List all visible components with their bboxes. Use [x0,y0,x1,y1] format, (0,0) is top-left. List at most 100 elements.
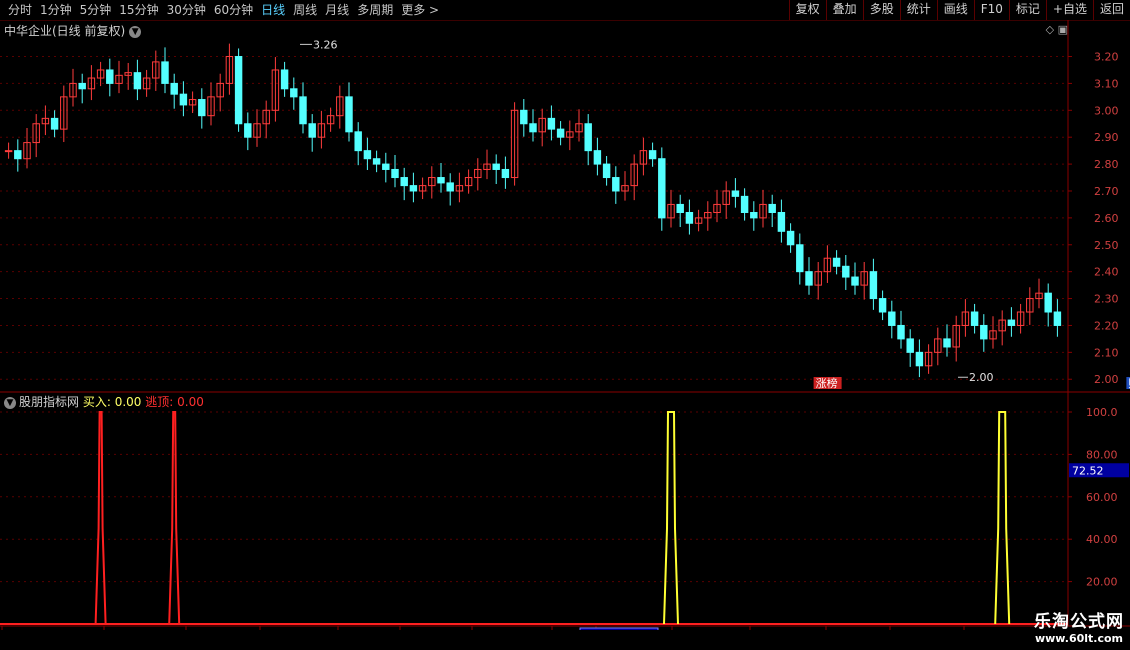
candle-body [1053,311,1062,326]
window-icon[interactable]: ▣ [1058,23,1068,36]
tab-period-9[interactable]: 多周期 [353,2,397,18]
tab-period-3[interactable]: 15分钟 [115,2,162,18]
candle-body [106,69,114,84]
tab-period-5[interactable]: 60分钟 [210,2,257,18]
chevron-down-icon[interactable]: ▼ [4,396,16,409]
candle-body [372,158,381,165]
panel-icons: ◇ ▣ [1046,23,1068,36]
candle-body [648,150,657,160]
candle-body [133,72,142,90]
buy-value: 0.00 [114,395,142,409]
candle-body [676,203,684,214]
candle-body [501,168,510,179]
toolbar-button-8[interactable]: 返回 [1092,0,1130,20]
candle-body [4,150,13,153]
kline-chart[interactable]: 3.20 3.10 3.00 2.90 2.80 2.70 2.60 2.50 2.40 2.30… [0,20,1130,630]
candle-body [78,82,86,90]
candle-body [805,271,813,286]
candle-body [529,123,537,133]
price-tick-label: 2.80 [1094,158,1119,171]
toolbar-button-3[interactable]: 统计 [899,0,937,20]
ind-tick-label: 100.0 [1086,406,1118,419]
tab-period-6[interactable]: 日线 [257,2,289,18]
candle-body [345,96,353,133]
price-tick-label: 2.30 [1094,293,1119,306]
candle-body [50,117,59,130]
candle-body [299,96,307,125]
toolbar-button-4[interactable]: 画线 [936,0,974,20]
price-tick-label: 3.20 [1094,51,1119,64]
tab-period-2[interactable]: 5分钟 [76,2,116,18]
sell-value: 0.00 [177,395,204,409]
stock-title: 中华企业(日线 前复权) [4,24,126,38]
toolbar-button-0[interactable]: 复权 [788,0,826,20]
candle-body [244,123,252,138]
candle-body [400,177,408,187]
ind-tick-label: 60.00 [1086,491,1118,504]
candle-body [547,117,556,130]
candle-body [198,99,206,117]
indicator-title: ▼ 股朋指标网 买入: 0.00 逃顶: 0.00 [4,393,204,410]
price-tick-label: 3.00 [1094,104,1119,117]
candle-body [391,168,399,179]
candle-body [685,212,694,224]
candle-body [1044,292,1052,313]
watermark-url: www.60lt.com [1034,632,1124,645]
candle-body [602,163,611,179]
tab-period-4[interactable]: 30分钟 [163,2,210,18]
current-value-marker: 72.52 [1072,464,1104,477]
candle-body [593,150,602,165]
date-label: 2025年 [4,629,43,630]
tab-period-1[interactable]: 1分钟 [36,2,76,18]
tab-period-8[interactable]: 月线 [321,2,353,18]
toolbar-button-5[interactable]: F10 [973,0,1009,20]
candle-body [290,88,298,98]
price-tick-label: 2.10 [1094,346,1119,359]
candle-body [280,69,289,90]
candle-body [740,195,749,213]
candle-body [897,324,905,340]
tab-period-7[interactable]: 周线 [289,2,321,18]
period-tabs: 分时 1分钟 5分钟 15分钟 30分钟 60分钟 日线 周线 月线 多周期 更多 > [4,2,443,18]
price-tick-label: 2.70 [1094,185,1119,198]
price-tick-label: 2.60 [1094,212,1119,225]
chevron-down-icon[interactable]: ▼ [129,25,142,38]
min-price-label: 2.00 [969,371,994,384]
candle-body [308,123,316,138]
event-tag-0: 涨榜 [816,376,838,390]
tab-period-0[interactable]: 分时 [4,2,36,18]
indicator-spike [94,411,107,625]
toolbar-buttons: 复权 叠加 多股 统计 画线 F10 标记 +自选 返回 [788,0,1130,20]
candle-body [658,158,666,219]
indicator-name: 股朋指标网 [19,395,80,409]
diamond-icon[interactable]: ◇ [1046,23,1054,36]
candle-body [970,311,979,326]
candle-body [832,257,841,267]
candle-body [170,82,178,95]
candle-body [878,298,887,313]
candle-body [409,185,418,192]
candle-body [842,265,850,278]
toolbar-button-6[interactable]: 标记 [1008,0,1046,20]
price-tick-label: 2.20 [1094,319,1119,332]
candle-body [14,150,22,160]
candle-body [584,123,592,152]
candle-body [980,324,988,340]
candle-body [768,203,776,214]
price-tick-label: 2.50 [1094,239,1119,252]
toolbar-button-7[interactable]: +自选 [1045,0,1093,20]
candle-body [520,109,528,125]
candle-body [888,311,896,326]
candle-body [446,182,454,192]
watermark-title: 乐淘公式网 [1034,612,1124,632]
toolbar: 分时 1分钟 5分钟 15分钟 30分钟 60分钟 日线 周线 月线 多周期 更多 > 复权 叠加 多股… [0,0,1130,21]
candle-body [906,338,914,353]
candle-body [750,212,758,219]
toolbar-button-2[interactable]: 多股 [862,0,900,20]
tab-period-10[interactable]: 更多 > [397,2,443,18]
toolbar-button-1[interactable]: 叠加 [825,0,863,20]
price-tick-label: 2.40 [1094,266,1119,279]
main-chart-title[interactable]: 中华企业(日线 前复权) ▼ [4,22,142,39]
indicator-spike [168,411,181,625]
candle-body [1007,319,1016,326]
